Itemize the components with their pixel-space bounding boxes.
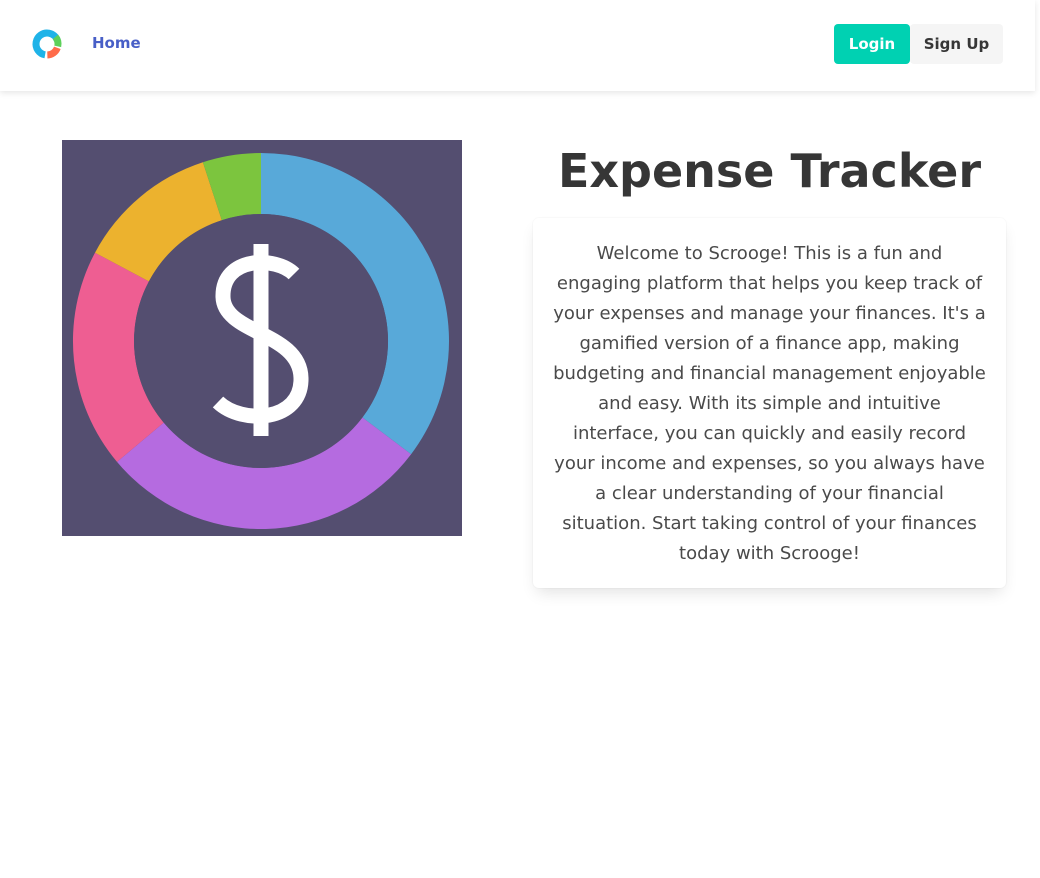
- navbar: Home Login Sign Up: [0, 0, 1035, 91]
- ring-chart-logo-icon[interactable]: [26, 28, 70, 60]
- login-button[interactable]: Login: [834, 24, 910, 64]
- signup-button[interactable]: Sign Up: [910, 24, 1003, 64]
- description-card: Welcome to Scrooge! This is a fun and en…: [533, 218, 1006, 588]
- nav-home-link[interactable]: Home: [92, 34, 141, 52]
- description-text: Welcome to Scrooge! This is a fun and en…: [553, 243, 986, 564]
- page-title: Expense Tracker: [557, 144, 982, 198]
- dollar-ring-chart-icon: [62, 140, 462, 536]
